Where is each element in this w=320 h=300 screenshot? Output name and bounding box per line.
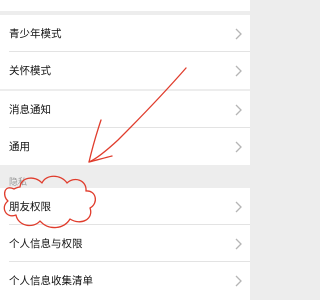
settings-item-label: 关怀模式 (9, 65, 51, 77)
chevron-right-icon (235, 201, 242, 212)
settings-item-personal-info-list[interactable]: 个人信息收集清单 (0, 262, 250, 299)
chevron-right-icon (235, 275, 242, 286)
settings-item-friend-permissions[interactable]: 朋友权限 (0, 188, 250, 225)
settings-item-label: 通用 (9, 141, 30, 153)
settings-item-notifications[interactable]: 消息通知 (0, 91, 250, 128)
settings-group-general: 消息通知 通用 (0, 91, 250, 165)
settings-group-modes: 青少年模式 关怀模式 (0, 15, 250, 89)
section-label-privacy: 隐私 (9, 178, 28, 188)
chevron-right-icon (235, 238, 242, 249)
settings-item-personal-info-permissions[interactable]: 个人信息与权限 (0, 225, 250, 262)
settings-item-label: 朋友权限 (9, 201, 51, 213)
settings-item-label: 个人信息与权限 (9, 238, 83, 250)
chevron-right-icon (235, 104, 242, 115)
settings-item-label: 青少年模式 (9, 28, 62, 40)
settings-group-privacy: 朋友权限 个人信息与权限 个人信息收集清单 (0, 188, 250, 299)
settings-group-top (0, 0, 250, 11)
settings-item-label: 个人信息收集清单 (9, 275, 93, 287)
settings-item-care-mode[interactable]: 关怀模式 (0, 52, 250, 89)
settings-item-label: 消息通知 (9, 104, 51, 116)
settings-item-youth-mode[interactable]: 青少年模式 (0, 15, 250, 52)
chevron-right-icon (235, 28, 242, 39)
chevron-right-icon (235, 65, 242, 76)
settings-item-general[interactable]: 通用 (0, 128, 250, 165)
chevron-right-icon (235, 141, 242, 152)
